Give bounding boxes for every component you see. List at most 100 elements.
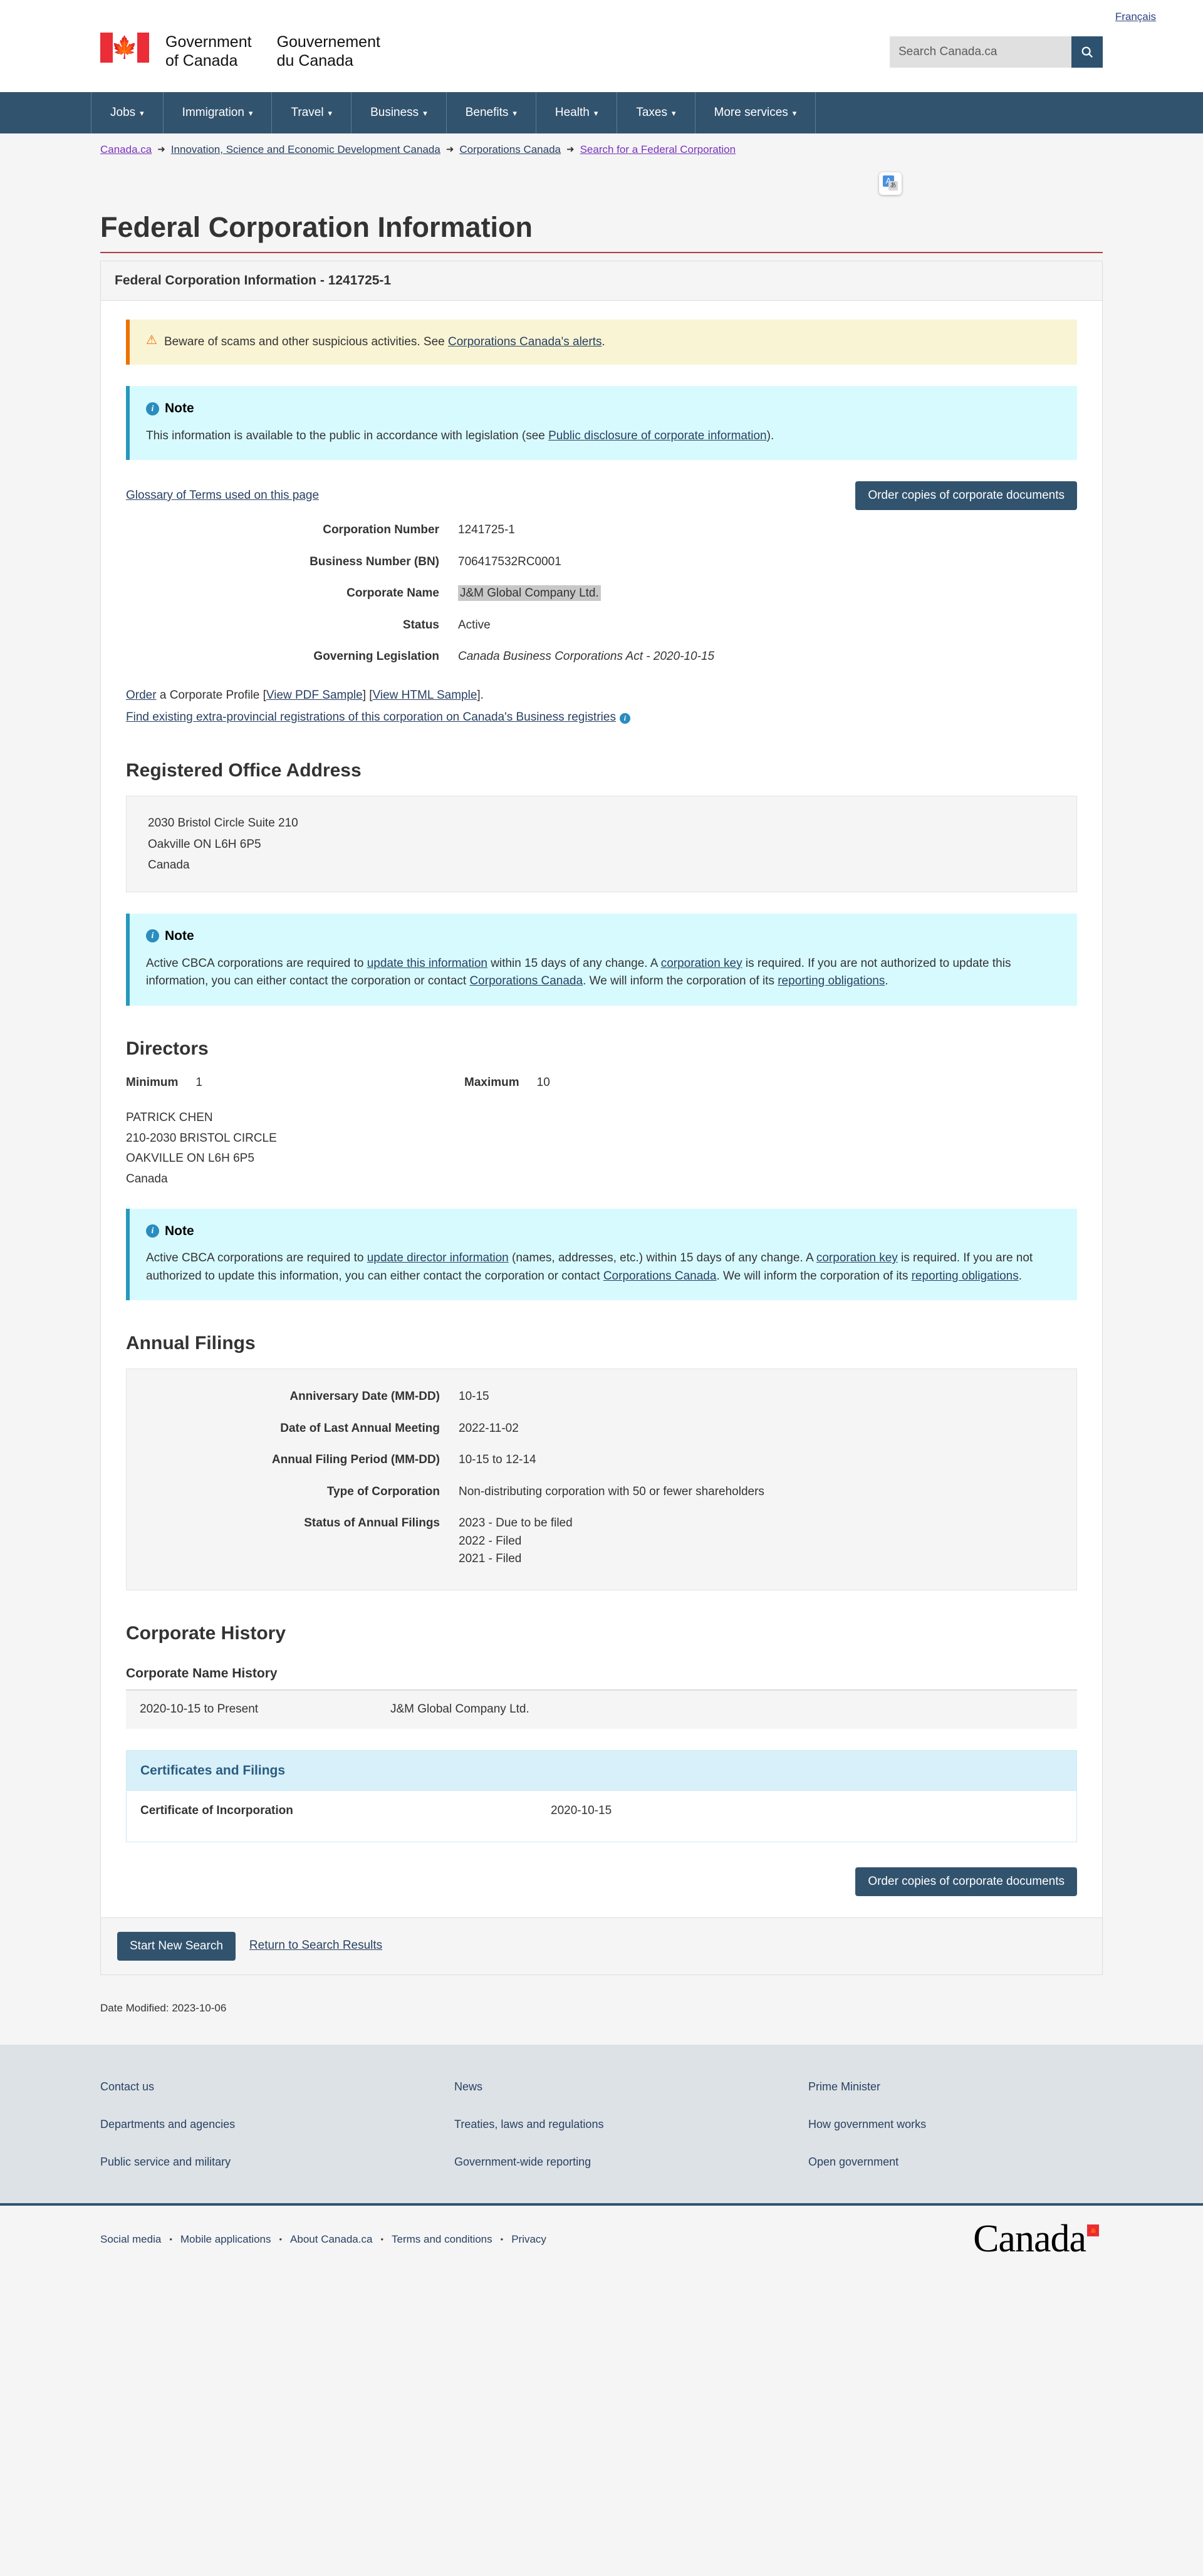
- update-this-information-link[interactable]: update this information: [367, 957, 487, 970]
- menu-item-more-services[interactable]: More services ▾: [695, 91, 816, 133]
- detail-label: Governing Legislation: [313, 650, 439, 664]
- footer-link[interactable]: Prime Minister: [808, 2078, 1162, 2095]
- breadcrumb-link[interactable]: Canada.ca: [100, 142, 152, 158]
- director-name: PATRICK CHEN: [126, 1111, 213, 1124]
- breadcrumb-link[interactable]: Innovation, Science and Economic Develop…: [171, 142, 440, 158]
- view-html-sample-link[interactable]: View HTML Sample: [373, 689, 477, 702]
- corporations-canada-link[interactable]: Corporations Canada: [603, 1270, 717, 1283]
- corporations-canada-alerts-link[interactable]: Corporations Canada's alerts: [448, 335, 602, 348]
- footer-bottom-link[interactable]: Social media: [100, 2231, 161, 2248]
- directors-list: PATRICK CHEN 210-2030 BRISTOL CIRCLE OAKVI…: [126, 1108, 1077, 1190]
- filing-label: Date of Last Annual Meeting: [280, 1421, 440, 1435]
- order-documents-button-top[interactable]: Order copies of corporate documents: [855, 481, 1077, 511]
- menu-item-travel[interactable]: Travel ▾: [272, 91, 352, 133]
- breadcrumb-link[interactable]: Corporations Canada: [459, 142, 561, 158]
- menu-item-taxes[interactable]: Taxes ▾: [617, 91, 695, 133]
- certificate-row: Certificate of Incorporation 2020-10-15: [127, 1791, 1076, 1842]
- detail-value: Canada Business Corporations Act - 2020-…: [458, 650, 715, 664]
- info-circle-icon: i: [146, 1224, 159, 1238]
- note-title-label: Note: [165, 401, 194, 416]
- menu-item-health[interactable]: Health ▾: [536, 91, 618, 133]
- footer-link[interactable]: Treaties, laws and regulations: [454, 2116, 808, 2133]
- filing-status-values: 2023 - Due to be filed 2022 - Filed 2021 -…: [459, 1515, 573, 1568]
- footer-bottom-link[interactable]: Privacy: [511, 2231, 546, 2248]
- corporations-canada-link[interactable]: Corporations Canada: [469, 974, 583, 988]
- menu-item-label: Jobs: [110, 105, 136, 119]
- menu-item-label: Taxes: [636, 105, 667, 119]
- panel-heading: Federal Corporation Information - 124172…: [101, 261, 1102, 301]
- menu-item-business[interactable]: Business ▾: [352, 91, 447, 133]
- info-circle-icon: i: [619, 713, 630, 724]
- dir-note-p4: . We will inform the corporation of its: [716, 1269, 912, 1283]
- footer-link[interactable]: Public service and military: [100, 2154, 454, 2171]
- filing-row: Anniversary Date (MM-DD) 10-15: [127, 1388, 1076, 1406]
- filing-label: Anniversary Date (MM-DD): [289, 1390, 440, 1404]
- detail-value: 1241725-1: [458, 523, 515, 537]
- language-toggle-row: Français: [41, 0, 1162, 29]
- footer-separator-dot: •: [169, 2234, 172, 2245]
- google-translate-extension-icon[interactable]: A あ: [879, 172, 902, 195]
- corporation-key-link[interactable]: corporation key: [661, 957, 742, 970]
- detail-value: 706417532RC0001: [458, 555, 561, 568]
- start-new-search-button[interactable]: Start New Search: [117, 1931, 236, 1961]
- address-line: Canada: [148, 858, 190, 872]
- breadcrumb-link[interactable]: Search for a Federal Corporation: [580, 142, 736, 158]
- detail-row: Business Number (BN) 706417532RC0001: [126, 553, 1077, 571]
- order-profile-link[interactable]: Order: [126, 689, 157, 702]
- directors-minimum-value: 1: [195, 1075, 202, 1089]
- menu-item-label: Immigration: [182, 105, 244, 119]
- filing-row: Date of Last Annual Meeting 2022-11-02: [127, 1420, 1076, 1438]
- directors-minimum-label: Minimum: [126, 1075, 179, 1089]
- footer-link[interactable]: How government works: [808, 2116, 1162, 2133]
- footer-bottom-bar: Social media • Mobile applications • About C…: [0, 2203, 1203, 2278]
- return-to-search-results-link[interactable]: Return to Search Results: [249, 1937, 382, 1955]
- menu-item-jobs[interactable]: Jobs ▾: [91, 91, 164, 133]
- footer-bottom-link[interactable]: Terms and conditions: [392, 2231, 492, 2248]
- breadcrumb: Canada.ca ➜ Innovation, Science and Econom…: [41, 133, 1162, 166]
- footer-bottom-link[interactable]: Mobile applications: [180, 2231, 271, 2248]
- footer-link[interactable]: Open government: [808, 2154, 1162, 2171]
- footer-link[interactable]: News: [454, 2078, 808, 2095]
- corporation-panel: Federal Corporation Information - 124172…: [100, 261, 1103, 1918]
- signature-en-line2: of Canada: [165, 52, 238, 70]
- goc-signature[interactable]: 🍁 Government of Canada Gouvernement du C…: [41, 32, 380, 71]
- view-pdf-sample-link[interactable]: View PDF Sample: [266, 689, 363, 702]
- search-input[interactable]: [890, 36, 1071, 68]
- signature-text: Government of Canada Gouvernement du Can…: [165, 33, 380, 71]
- filing-status-label: Status of Annual Filings: [304, 1516, 440, 1530]
- signature-fr-line2: du Canada: [276, 52, 353, 70]
- ro-note-p1: Active CBCA corporations are required to: [146, 956, 367, 970]
- breadcrumb-separator-icon: ➜: [566, 143, 575, 155]
- reporting-obligations-link[interactable]: reporting obligations: [912, 1270, 1019, 1283]
- footer-link[interactable]: Departments and agencies: [100, 2116, 454, 2133]
- search-button[interactable]: [1071, 36, 1103, 68]
- glossary-link[interactable]: Glossary of Terms used on this page: [126, 487, 319, 505]
- filing-value: Non-distributing corporation with 50 or …: [459, 1484, 764, 1498]
- corporation-key-link[interactable]: corporation key: [816, 1251, 898, 1265]
- disclosure-prefix: This information is available to the pub…: [146, 429, 549, 442]
- language-toggle-link[interactable]: Français: [1115, 9, 1156, 25]
- footer-column: Contact us Departments and agencies Public…: [100, 2078, 454, 2171]
- menu-item-immigration[interactable]: Immigration ▾: [164, 91, 273, 133]
- filing-value: 2022-11-02: [459, 1421, 519, 1435]
- footer-link[interactable]: Contact us: [100, 2078, 454, 2095]
- main-navigation: Jobs ▾ Immigration ▾ Travel ▾ Business ▾ Benefit…: [0, 91, 1203, 133]
- filing-status-item: 2021 - Filed: [459, 1552, 522, 1566]
- update-director-information-link[interactable]: update director information: [367, 1251, 509, 1265]
- corporate-history-heading: Corporate History: [126, 1622, 286, 1644]
- extra-provincial-registrations-link[interactable]: Find existing extra-provincial registrat…: [126, 711, 616, 724]
- public-disclosure-link[interactable]: Public disclosure of corporate informati…: [548, 429, 767, 442]
- directors-maximum-value: 10: [536, 1075, 550, 1089]
- order-documents-button-bottom[interactable]: Order copies of corporate documents: [855, 1867, 1077, 1896]
- menu-item-benefits[interactable]: Benefits ▾: [447, 91, 536, 133]
- reporting-obligations-link[interactable]: reporting obligations: [778, 974, 885, 988]
- footer-link[interactable]: Government-wide reporting: [454, 2154, 808, 2171]
- directors-minimum: Minimum 1: [126, 1074, 464, 1092]
- footer-bottom-link[interactable]: About Canada.ca: [290, 2231, 372, 2248]
- footer-column: News Treaties, laws and regulations Govern…: [454, 2078, 808, 2171]
- brand-row: 🍁 Government of Canada Gouvernement du C…: [41, 29, 1162, 92]
- director-address-line: OAKVILLE ON L6H 6P5: [126, 1152, 254, 1165]
- certificates-and-filings: Certificates and Filings Certificate of …: [126, 1749, 1077, 1842]
- menu-item-label: Health: [555, 105, 590, 119]
- filing-row: Type of Corporation Non-distributing corp…: [127, 1483, 1076, 1501]
